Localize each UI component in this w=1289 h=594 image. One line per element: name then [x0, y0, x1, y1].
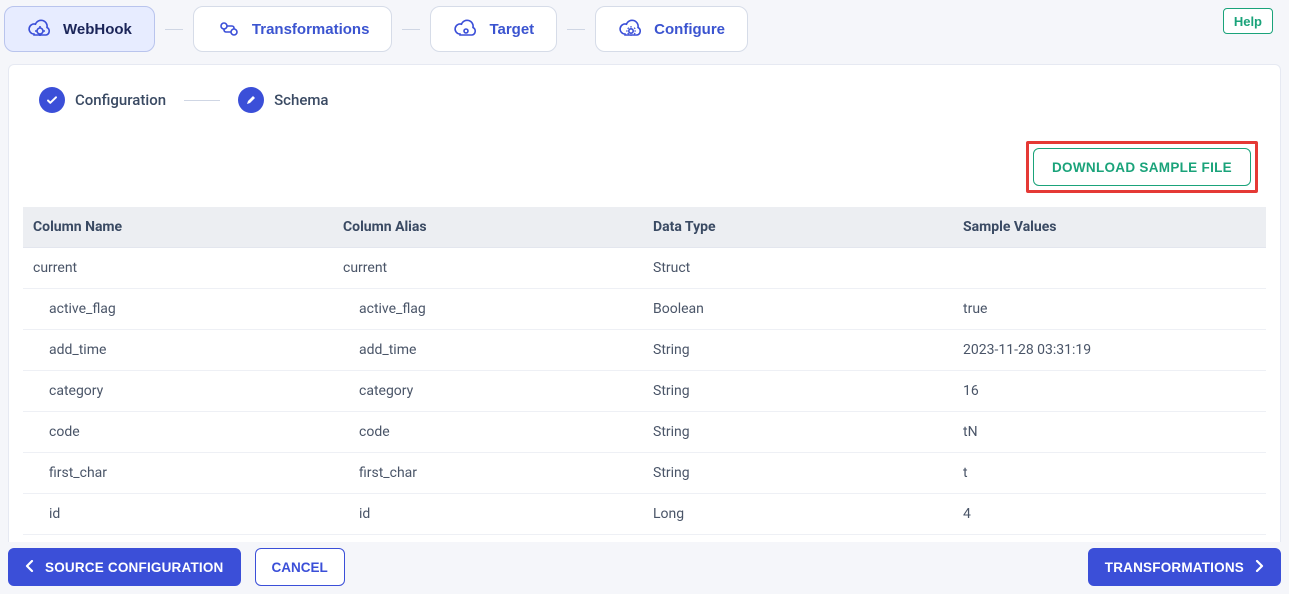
table-row[interactable]: categorycategoryString16	[23, 371, 1266, 412]
stepper-separator	[165, 29, 183, 30]
step-label: Target	[489, 21, 534, 38]
cell-column-alias: add_time	[333, 330, 643, 371]
cell-column-name: first_char	[23, 453, 333, 494]
download-sample-file-button[interactable]: DOWNLOAD SAMPLE FILE	[1033, 148, 1251, 186]
schema-panel: Configuration Schema DOWNLOAD SAMPLE FIL…	[8, 64, 1281, 560]
back-button-label: SOURCE CONFIGURATION	[45, 560, 224, 575]
cell-column-name: code	[23, 412, 333, 453]
download-row: DOWNLOAD SAMPLE FILE	[9, 123, 1280, 199]
cell-sample-value: tN	[953, 412, 1266, 453]
cloud-gear-icon	[618, 19, 644, 39]
cell-data-type: String	[643, 371, 953, 412]
table-row[interactable]: codecodeStringtN	[23, 412, 1266, 453]
back-source-configuration-button[interactable]: SOURCE CONFIGURATION	[8, 548, 241, 586]
cell-column-name: id	[23, 494, 333, 535]
table-row[interactable]: currentcurrentStruct	[23, 248, 1266, 289]
sub-stepper: Configuration Schema	[9, 65, 1280, 123]
cell-data-type: String	[643, 453, 953, 494]
cell-data-type: Struct	[643, 248, 953, 289]
cell-sample-value: 16	[953, 371, 1266, 412]
step-transformations[interactable]: Transformations	[193, 6, 393, 52]
sub-stepper-separator	[184, 100, 220, 101]
transform-icon	[216, 19, 242, 39]
table-row[interactable]: add_timeadd_timeString2023-11-28 03:31:1…	[23, 330, 1266, 371]
th-column-alias: Column Alias	[333, 207, 643, 248]
table-header-row: Column Name Column Alias Data Type Sampl…	[23, 207, 1266, 248]
cell-data-type: String	[643, 412, 953, 453]
stepper-separator	[402, 29, 420, 30]
th-sample-values: Sample Values	[953, 207, 1266, 248]
th-data-type: Data Type	[643, 207, 953, 248]
cell-sample-value: true	[953, 289, 1266, 330]
step-target[interactable]: Target	[430, 6, 557, 52]
cell-column-name: current	[23, 248, 333, 289]
sub-step-label: Configuration	[75, 91, 166, 109]
table-row[interactable]: ididLong4	[23, 494, 1266, 535]
cell-data-type: Boolean	[643, 289, 953, 330]
cell-sample-value: 4	[953, 494, 1266, 535]
table-row[interactable]: active_flagactive_flagBooleantrue	[23, 289, 1266, 330]
schema-table: Column Name Column Alias Data Type Sampl…	[23, 207, 1266, 559]
cell-column-name: active_flag	[23, 289, 333, 330]
cell-data-type: String	[643, 330, 953, 371]
chevron-right-icon	[1254, 560, 1264, 575]
cell-sample-value: t	[953, 453, 1266, 494]
next-button-label: TRANSFORMATIONS	[1105, 560, 1244, 575]
wizard-stepper: WebHook Transformations Target	[0, 0, 1289, 58]
cell-column-name: add_time	[23, 330, 333, 371]
cell-column-alias: first_char	[333, 453, 643, 494]
step-webhook[interactable]: WebHook	[4, 6, 155, 52]
sub-step-label: Schema	[274, 91, 328, 109]
cloud-target-icon	[453, 19, 479, 39]
cell-data-type: Long	[643, 494, 953, 535]
help-button[interactable]: Help	[1223, 8, 1273, 34]
cell-column-alias: category	[333, 371, 643, 412]
cell-sample-value: 2023-11-28 03:31:19	[953, 330, 1266, 371]
cell-column-alias: current	[333, 248, 643, 289]
cancel-button[interactable]: CANCEL	[255, 548, 345, 586]
edit-circle-icon	[238, 87, 264, 113]
table-row[interactable]: first_charfirst_charStringt	[23, 453, 1266, 494]
schema-table-scroll[interactable]: Column Name Column Alias Data Type Sampl…	[9, 199, 1280, 559]
step-label: Configure	[654, 21, 725, 38]
sub-step-schema[interactable]: Schema	[238, 87, 328, 113]
cell-column-name: category	[23, 371, 333, 412]
cell-column-alias: id	[333, 494, 643, 535]
chevron-left-icon	[25, 560, 35, 575]
stepper-separator	[567, 29, 585, 30]
check-circle-icon	[39, 87, 65, 113]
download-highlight-box: DOWNLOAD SAMPLE FILE	[1026, 141, 1258, 193]
cloud-webhook-icon	[27, 19, 53, 39]
step-label: Transformations	[252, 21, 370, 38]
step-label: WebHook	[63, 21, 132, 38]
next-transformations-button[interactable]: TRANSFORMATIONS	[1088, 548, 1281, 586]
cell-column-alias: active_flag	[333, 289, 643, 330]
cell-sample-value	[953, 248, 1266, 289]
wizard-footer: SOURCE CONFIGURATION CANCEL TRANSFORMATI…	[0, 542, 1289, 594]
sub-step-configuration[interactable]: Configuration	[39, 87, 166, 113]
cell-column-alias: code	[333, 412, 643, 453]
step-configure[interactable]: Configure	[595, 6, 748, 52]
th-column-name: Column Name	[23, 207, 333, 248]
